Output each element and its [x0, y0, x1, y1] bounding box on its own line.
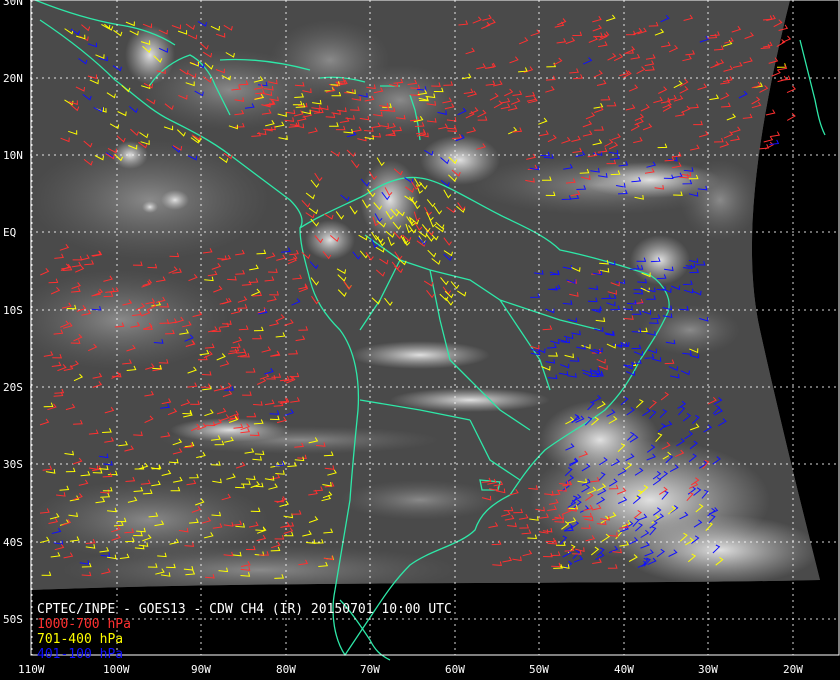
- legend-mid-level: 701-400 hPa: [37, 632, 124, 647]
- satellite-wind-map: 30N 20N 10N EQ 10S 20S 30S 40S 50S 110W …: [0, 0, 840, 680]
- wind-barb: [770, 131, 781, 137]
- lon-label-70w: 70W: [360, 663, 380, 676]
- legend-high-level: 401-100 hPa: [37, 647, 124, 662]
- map-canvas: [30, 0, 840, 661]
- legend-low-level: 1000-700 hPa: [37, 617, 131, 632]
- lon-label-50w: 50W: [529, 663, 549, 676]
- lat-label-30s: 30S: [3, 458, 23, 471]
- map-title: CPTEC/INPE - GOES13 - CDW CH4 (IR) 20150…: [37, 602, 452, 617]
- lon-label-20w: 20W: [783, 663, 803, 676]
- wind-barb: [777, 75, 788, 83]
- lon-label-60w: 60W: [445, 663, 465, 676]
- lat-label-10s: 10S: [3, 304, 23, 317]
- wind-barb: [786, 112, 796, 121]
- lat-label-50s: 50S: [3, 613, 23, 626]
- lat-label-40s: 40S: [3, 536, 23, 549]
- lat-label-20s: 20S: [3, 381, 23, 394]
- africa-coast: [799, 39, 826, 136]
- wind-barb: [763, 136, 774, 143]
- wind-barb: [786, 85, 797, 94]
- wind-barb: [765, 109, 776, 116]
- wind-barb: [759, 144, 770, 150]
- lon-label-90w: 90W: [191, 663, 211, 676]
- lat-label-30n: 30N: [3, 0, 23, 8]
- lon-label-40w: 40W: [614, 663, 634, 676]
- lat-label-10n: 10N: [3, 149, 23, 162]
- lat-label-eq: EQ: [3, 226, 17, 239]
- lat-label-20n: 20N: [3, 72, 23, 85]
- lon-label-100w: 100W: [103, 663, 130, 676]
- lon-label-30w: 30W: [698, 663, 718, 676]
- lon-label-110w: 110W: [18, 663, 45, 676]
- lon-label-80w: 80W: [276, 663, 296, 676]
